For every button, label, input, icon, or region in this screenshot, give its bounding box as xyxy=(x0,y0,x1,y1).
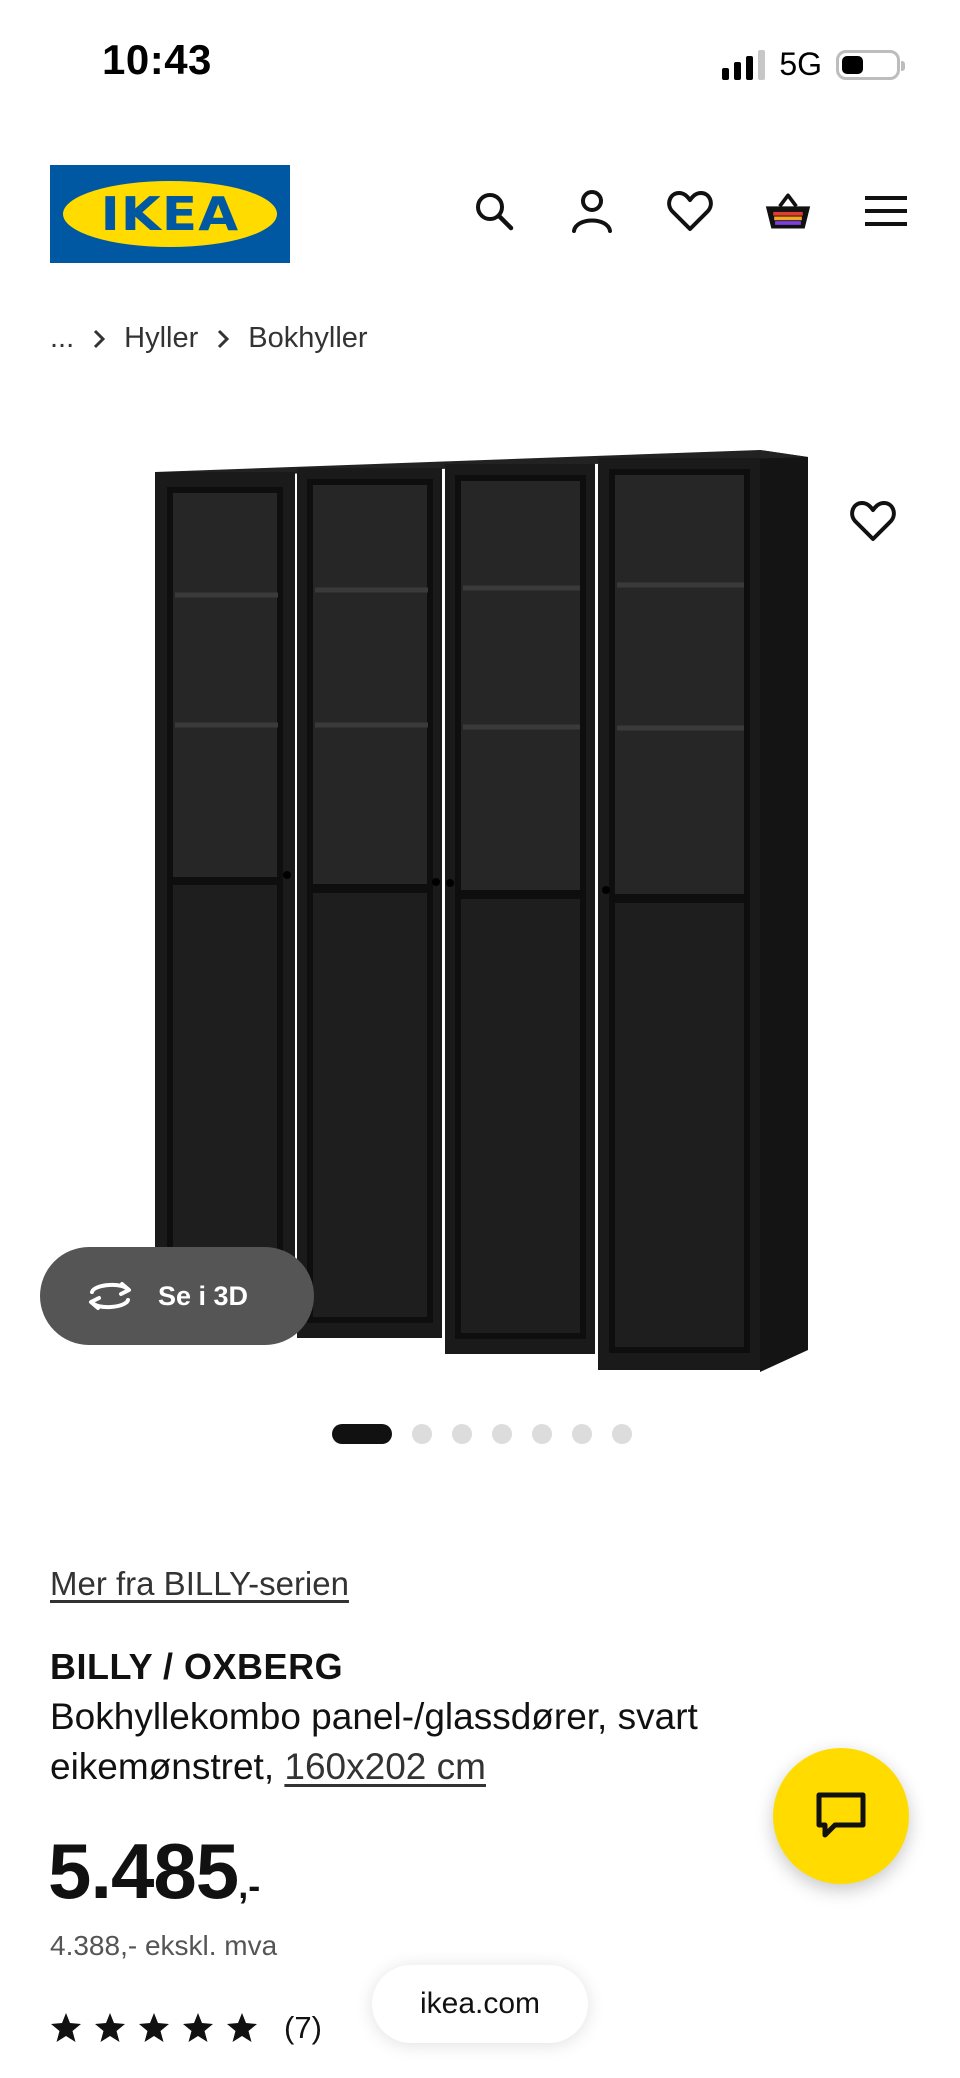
chevron-right-icon xyxy=(94,329,106,348)
breadcrumb-hyller[interactable]: Hyller xyxy=(124,322,198,355)
price-main: 5.485 xyxy=(48,1827,239,1915)
ikea-logo[interactable]: IKEA xyxy=(50,165,290,263)
product-image-gallery[interactable]: Se i 3D xyxy=(0,420,960,1380)
status-bar: 10:43 5G xyxy=(0,0,960,110)
logo-text: IKEA xyxy=(100,187,240,241)
gallery-pagination xyxy=(332,1424,632,1444)
gallery-dot[interactable] xyxy=(492,1424,512,1444)
signal-icon xyxy=(722,49,766,80)
chat-icon xyxy=(816,1792,866,1838)
view-3d-button[interactable]: Se i 3D xyxy=(40,1247,314,1345)
price: 5.485 ,- xyxy=(48,1826,260,1917)
star-icon xyxy=(95,2013,125,2042)
rating[interactable]: (7) xyxy=(50,2010,322,2046)
status-time: 10:43 xyxy=(102,36,212,83)
account-icon[interactable] xyxy=(568,187,616,235)
price-suffix: ,- xyxy=(238,1865,261,1906)
product-description: Bokhyllekombo panel-/glassdører, svart e… xyxy=(50,1692,790,1792)
site-header: IKEA xyxy=(0,165,960,265)
battery-fill xyxy=(842,55,863,74)
search-icon[interactable] xyxy=(470,187,518,235)
browser-url-bar[interactable]: ikea.com xyxy=(372,1965,588,2043)
menu-icon[interactable] xyxy=(862,187,910,235)
gallery-dot[interactable] xyxy=(332,1424,392,1444)
series-link[interactable]: Mer fra BILLY-serien xyxy=(50,1565,349,1603)
gallery-dot[interactable] xyxy=(532,1424,552,1444)
add-to-favorites-button[interactable] xyxy=(850,500,900,550)
header-actions xyxy=(470,187,910,235)
network-label: 5G xyxy=(779,46,822,82)
gallery-dot[interactable] xyxy=(412,1424,432,1444)
heart-icon[interactable] xyxy=(666,187,714,235)
star-icon xyxy=(51,2013,81,2042)
star-icon xyxy=(139,2013,169,2042)
gallery-dot[interactable] xyxy=(452,1424,472,1444)
basket-icon[interactable] xyxy=(764,187,812,235)
gallery-dot[interactable] xyxy=(612,1424,632,1444)
breadcrumb: ... Hyller Bokhyller xyxy=(50,322,368,355)
star-icon xyxy=(227,2013,257,2042)
battery-icon xyxy=(836,49,905,80)
product-size-link[interactable]: 160x202 cm xyxy=(284,1746,486,1787)
chevron-right-icon xyxy=(218,329,230,348)
status-indicators: 5G xyxy=(722,46,905,83)
price-ex-vat: 4.388,- ekskl. mva xyxy=(50,1930,278,1961)
breadcrumb-ellipsis[interactable]: ... xyxy=(50,322,74,355)
logo-oval: IKEA xyxy=(63,181,277,247)
bookcase-image xyxy=(155,450,808,1372)
gallery-dot[interactable] xyxy=(572,1424,592,1444)
breadcrumb-bokhyller[interactable]: Bokhyller xyxy=(248,322,367,355)
rotate-3d-icon xyxy=(89,1282,131,1310)
review-count: (7) xyxy=(284,2010,322,2045)
star-icon xyxy=(183,2013,213,2042)
chat-button[interactable] xyxy=(773,1748,909,1884)
product-name: BILLY / OXBERG xyxy=(50,1646,344,1687)
view-3d-label: Se i 3D xyxy=(158,1280,249,1311)
